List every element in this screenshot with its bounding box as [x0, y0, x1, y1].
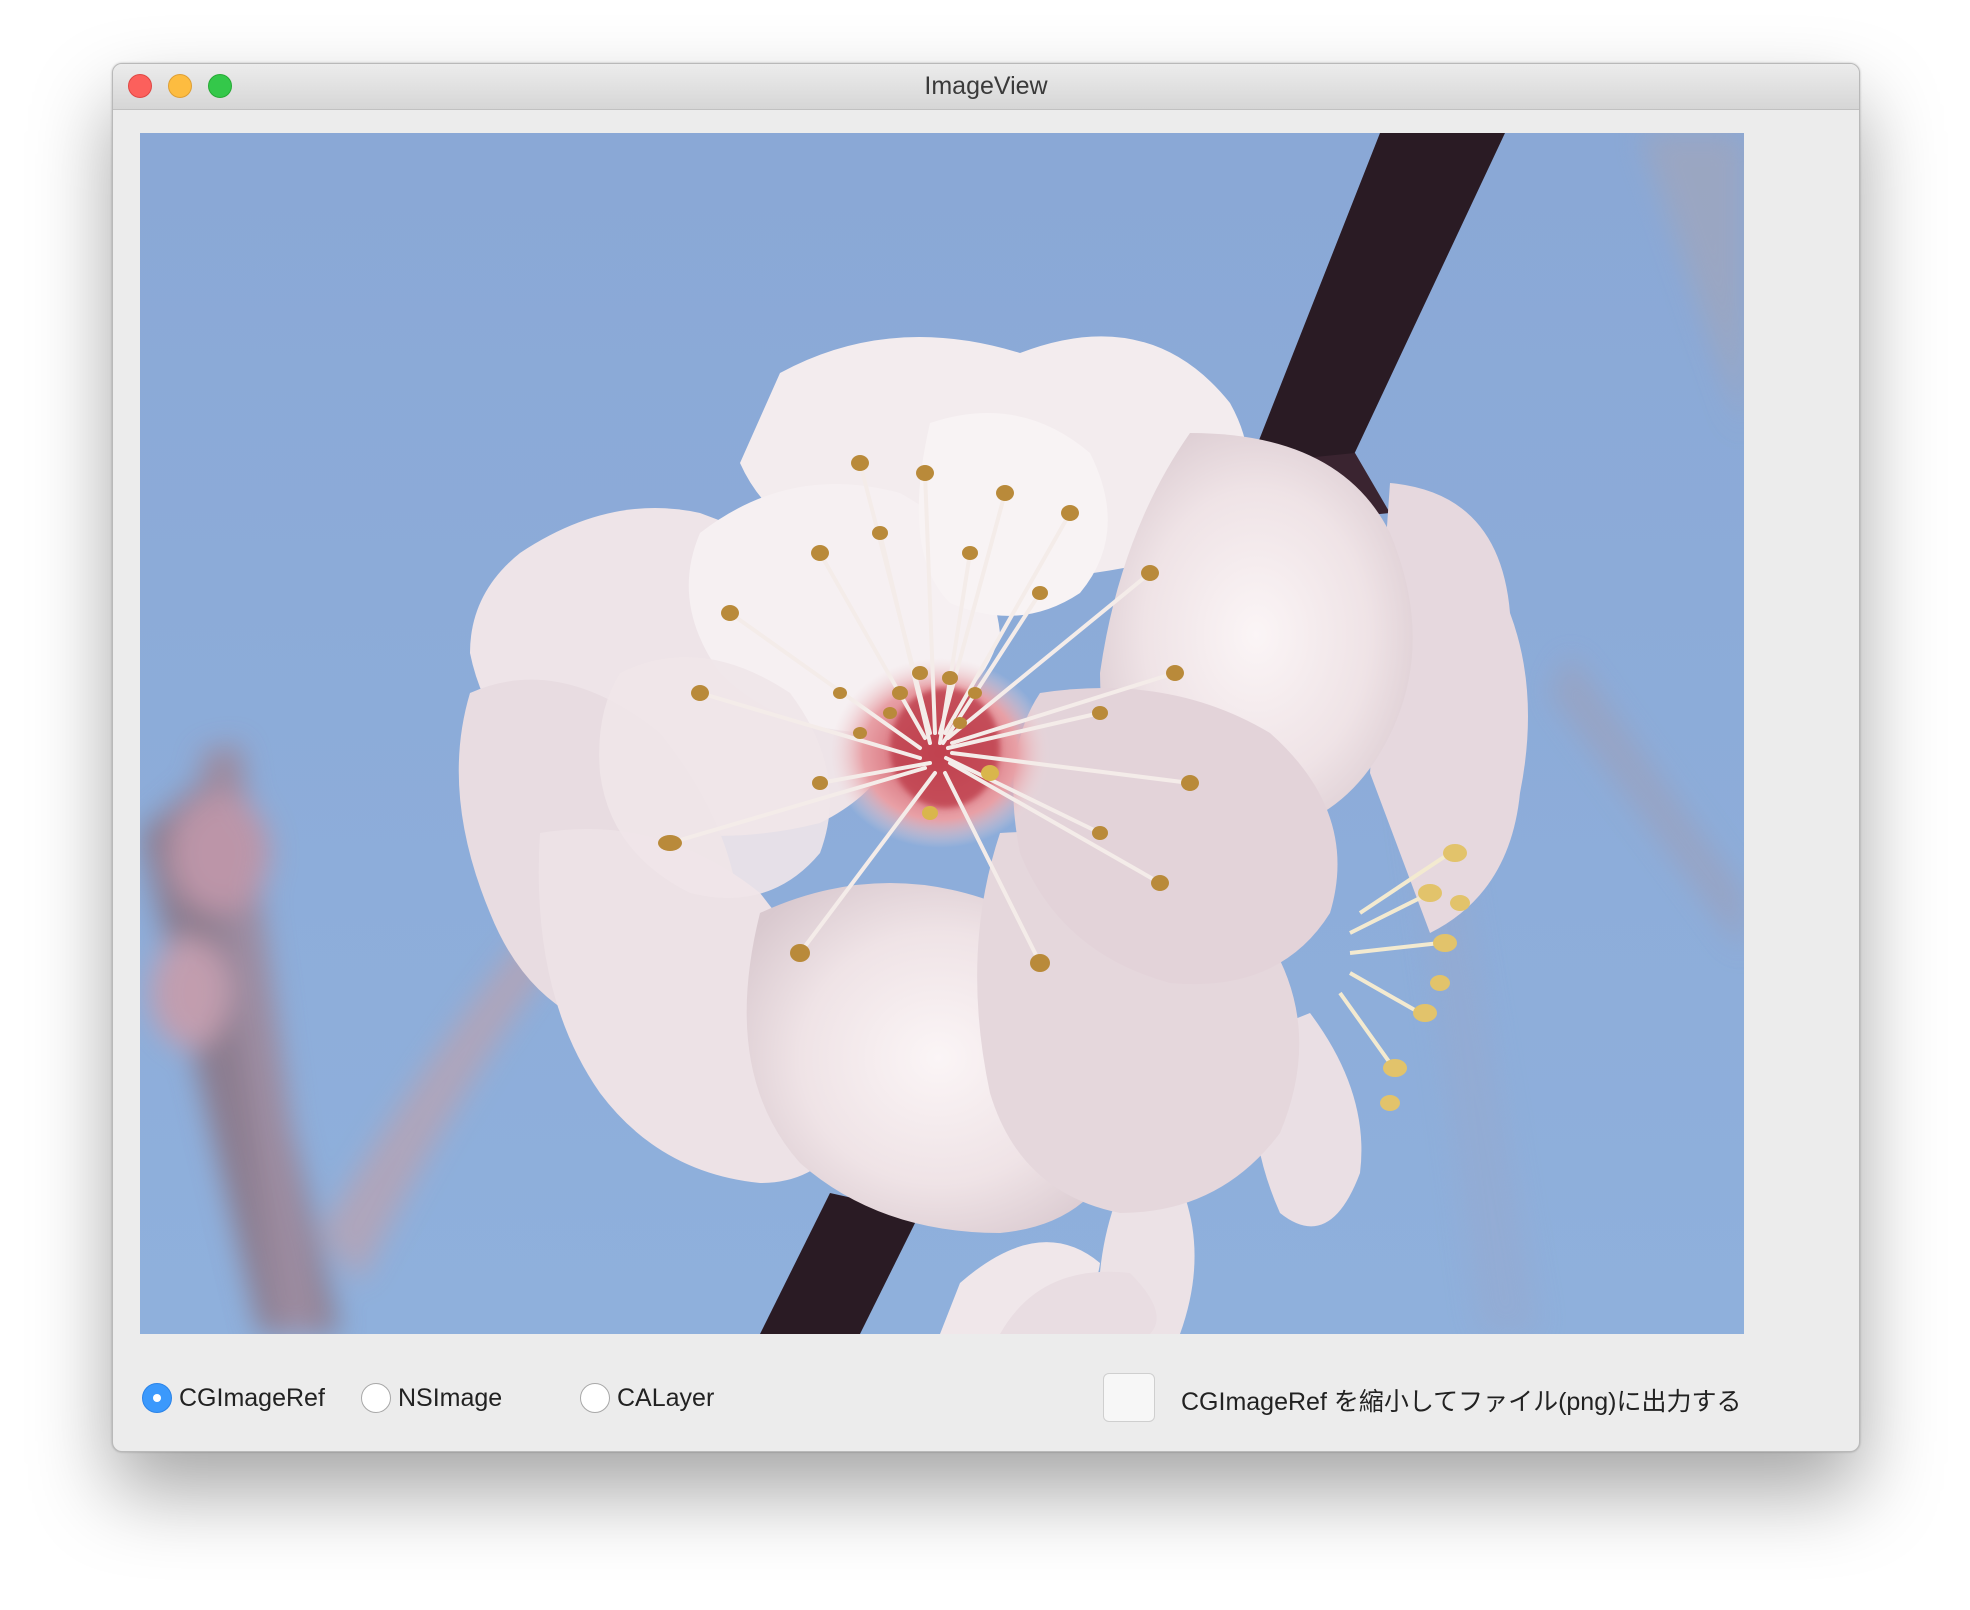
plum-blossom-photo — [140, 133, 1744, 1334]
radio-label-cgimageref: CGImageRef — [179, 1383, 325, 1412]
title-bar[interactable]: ImageView — [113, 64, 1859, 110]
radio-cgimageref[interactable]: CGImageRef — [142, 1380, 325, 1416]
radio-indicator-selected[interactable] — [142, 1383, 172, 1413]
export-label: CGImageRef を縮小してファイル(png)に出力する — [1181, 1388, 1742, 1416]
window-title: ImageView — [924, 72, 1048, 100]
image-view — [140, 133, 1744, 1334]
radio-label-nsimage: NSImage — [398, 1383, 503, 1412]
radio-calayer[interactable]: CALayer — [580, 1380, 714, 1416]
export-checkbox[interactable] — [1103, 1373, 1155, 1422]
radio-indicator[interactable] — [580, 1383, 610, 1413]
app-window: ImageView CGImageRef NSImage CALayer CGI… — [112, 63, 1860, 1452]
radio-indicator[interactable] — [361, 1383, 391, 1413]
radio-label-calayer: CALayer — [617, 1383, 715, 1412]
controls-bar: CGImageRef NSImage CALayer CGImageRef を縮… — [113, 1370, 1859, 1426]
radio-nsimage[interactable]: NSImage — [361, 1380, 502, 1416]
